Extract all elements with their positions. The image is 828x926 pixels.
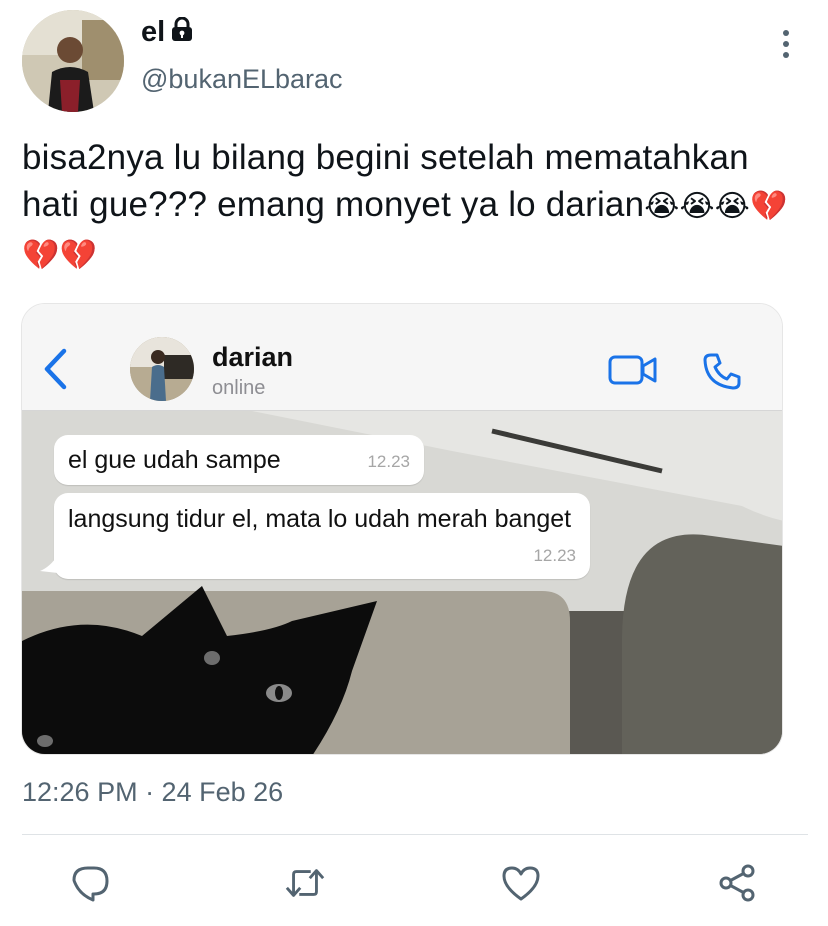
chat-message: el gue udah sampe 12.23 [54,435,424,485]
tweet-text: bisa2nya lu bilang begini setelah memata… [22,138,788,272]
tweet-timestamp[interactable]: 12:26 PM · 24 Feb 26 [22,777,283,808]
phone-icon [702,351,742,396]
bubble-tail [40,555,58,573]
display-name[interactable]: el [141,16,193,49]
retweet-icon[interactable] [284,862,326,904]
share-icon[interactable] [716,862,758,904]
tweet: el @bukanELbarac bisa2nya lu bilang begi… [0,0,828,926]
message-time: 12.23 [533,546,576,565]
chat-message: langsung tidur el, mata lo udah merah ba… [40,493,590,579]
heart-icon[interactable] [500,862,542,904]
video-camera-icon [608,354,658,391]
lock-icon [171,16,193,49]
contact-avatar [130,337,194,401]
tweet-media-image[interactable]: darian online el gue udah sampe 12.23 la… [21,303,783,755]
more-vertical-icon[interactable] [772,26,800,62]
divider [22,834,808,835]
message-time: 12.23 [367,452,410,471]
reply-icon[interactable] [70,862,112,904]
chevron-left-icon [42,348,68,395]
user-avatar[interactable] [22,10,124,112]
contact-status: online [212,377,266,399]
user-handle[interactable]: @bukanELbarac [141,64,343,95]
chat-header: darian online [22,304,782,411]
contact-name: darian [212,342,294,372]
